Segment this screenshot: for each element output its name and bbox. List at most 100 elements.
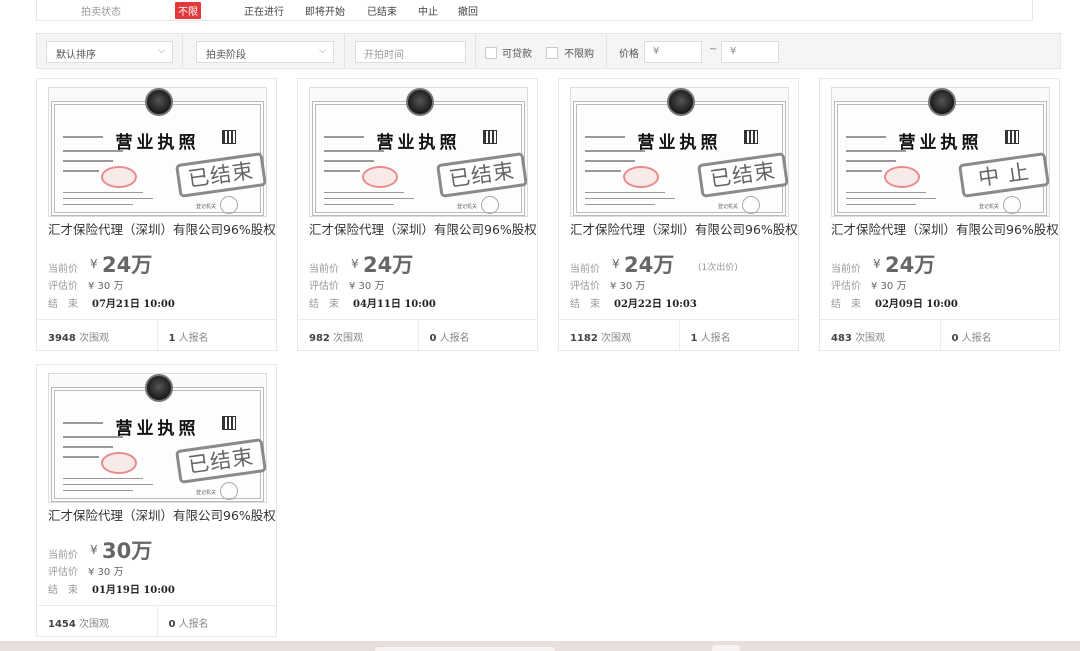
card-footer: 3948 次围观 1 人报名 <box>37 319 276 350</box>
round-seal-icon <box>220 482 238 500</box>
signup-count: 0 人报名 <box>156 606 277 636</box>
business-license-image[interactable]: 营业执照 登记机关 已结束 <box>48 87 267 217</box>
end-time-row: 结 束 01月19日 10:00 <box>48 581 175 596</box>
eval-price-row: 评估价 ¥ 30 万 <box>48 563 123 578</box>
text-line <box>324 192 404 193</box>
red-seal-icon <box>101 166 137 188</box>
text-line <box>63 198 153 199</box>
loan-label: 可贷款 <box>502 49 532 60</box>
views-number: 483 <box>831 333 852 344</box>
signup-count: 1 人报名 <box>678 320 799 350</box>
sort-select-value: 默认排序 <box>56 50 96 61</box>
text-line <box>63 150 123 152</box>
text-line <box>324 136 364 138</box>
qr-code-icon <box>483 130 497 144</box>
stage-select-value: 拍卖阶段 <box>206 50 246 61</box>
auction-title-link[interactable]: 汇才保险代理（深圳）有限公司96%股权 <box>831 219 1059 238</box>
signup-suffix: 人报名 <box>178 619 209 630</box>
current-price-label: 当前价 <box>570 264 600 275</box>
bid-count: (1次出价) <box>698 263 738 273</box>
text-line <box>324 198 414 199</box>
signup-count: 0 人报名 <box>939 320 1060 350</box>
price-range-dash: ~ <box>709 44 718 55</box>
text-line <box>846 204 916 205</box>
text-line <box>63 204 133 205</box>
text-line <box>63 446 113 448</box>
views-suffix: 次围观 <box>601 333 632 344</box>
round-seal-icon <box>1003 196 1021 214</box>
text-line <box>63 484 153 485</box>
text-line <box>846 192 926 193</box>
current-price-value: 24万 <box>363 253 414 277</box>
auction-title-link[interactable]: 汇才保险代理（深圳）有限公司96%股权 <box>48 505 276 524</box>
text-line <box>63 490 133 491</box>
divider <box>475 34 476 68</box>
registration-authority-text: 登记机关 <box>195 490 216 496</box>
text-line <box>585 170 621 172</box>
business-license-image[interactable]: 营业执照 登记机关 已结束 <box>309 87 528 217</box>
signup-number: 0 <box>429 333 437 344</box>
card-footer: 1454 次围观 0 人报名 <box>37 605 276 636</box>
loan-checkbox[interactable] <box>485 47 497 59</box>
views-count: 3948 次围观 <box>37 320 157 350</box>
status-option-withdrawn[interactable]: 撤回 <box>458 3 478 18</box>
status-option-upcoming[interactable]: 即将开始 <box>305 3 345 18</box>
auction-card[interactable]: 营业执照 登记机关 已结束 汇才保险代理（深圳）有限公司96%股权 当前价 ¥ … <box>558 78 799 351</box>
yen-symbol: ¥ <box>351 257 359 271</box>
auction-card[interactable]: 营业执照 登记机关 中 止 汇才保险代理（深圳）有限公司96%股权 当前价 ¥ … <box>819 78 1060 351</box>
auction-card[interactable]: 营业执照 登记机关 已结束 汇才保险代理（深圳）有限公司96%股权 当前价 ¥ … <box>297 78 538 351</box>
text-line <box>63 170 99 172</box>
business-license-image[interactable]: 营业执照 登记机关 已结束 <box>570 87 789 217</box>
sort-select[interactable]: 默认排序 ⌵ <box>46 41 173 63</box>
business-license-image[interactable]: 营业执照 登记机关 中 止 <box>831 87 1050 217</box>
status-option-suspended[interactable]: 中止 <box>418 3 438 18</box>
auction-status-filter: 拍卖状态 不限 正在进行 即将开始 已结束 中止 撤回 <box>36 0 1033 21</box>
views-suffix: 次围观 <box>79 619 110 630</box>
auction-title-link[interactable]: 汇才保险代理（深圳）有限公司96%股权 <box>570 219 798 238</box>
business-license-image[interactable]: 营业执照 登记机关 已结束 <box>48 373 267 503</box>
qr-code-icon <box>222 416 236 430</box>
end-time-row: 结 束 07月21日 10:00 <box>48 295 175 310</box>
text-line <box>63 136 103 138</box>
current-price-value: 24万 <box>624 253 675 277</box>
views-count: 483 次围观 <box>820 320 940 350</box>
current-price-label: 当前价 <box>309 264 339 275</box>
national-emblem-icon <box>145 374 173 402</box>
end-time-row: 结 束 02月09日 10:00 <box>831 295 958 310</box>
price-max-input[interactable]: ¥ <box>721 41 779 63</box>
auction-title-link[interactable]: 汇才保险代理（深圳）有限公司96%股权 <box>309 219 537 238</box>
eval-price-row: 评估价 ¥ 30 万 <box>570 277 645 292</box>
divider <box>344 34 345 68</box>
red-seal-icon <box>884 166 920 188</box>
card-footer: 1182 次围观 1 人报名 <box>559 319 798 350</box>
end-time-value: 07月21日 10:00 <box>92 299 175 310</box>
eval-price-label: 评估价 <box>48 567 78 578</box>
national-emblem-icon <box>145 88 173 116</box>
text-line <box>585 198 675 199</box>
auction-title-link[interactable]: 汇才保险代理（深圳）有限公司96%股权 <box>48 219 276 238</box>
signup-suffix: 人报名 <box>178 333 209 344</box>
card-footer: 483 次围观 0 人报名 <box>820 319 1059 350</box>
stage-select[interactable]: 拍卖阶段 ⌵ <box>196 41 334 63</box>
status-option-all[interactable]: 不限 <box>175 2 201 19</box>
auction-card[interactable]: 营业执照 登记机关 已结束 汇才保险代理（深圳）有限公司96%股权 当前价 ¥ … <box>36 78 277 351</box>
auction-card[interactable]: 营业执照 登记机关 已结束 汇才保险代理（深圳）有限公司96%股权 当前价 ¥ … <box>36 364 277 637</box>
eval-price-value: ¥ 30 万 <box>349 281 385 292</box>
yen-symbol: ¥ <box>612 257 620 271</box>
national-emblem-icon <box>406 88 434 116</box>
end-time-label: 结 束 <box>48 299 78 310</box>
end-time-label: 结 束 <box>309 299 339 310</box>
current-price-label: 当前价 <box>48 264 78 275</box>
eval-price-row: 评估价 ¥ 30 万 <box>48 277 123 292</box>
price-min-input[interactable]: ¥ <box>644 41 702 63</box>
status-option-ongoing[interactable]: 正在进行 <box>244 3 284 18</box>
text-line <box>63 192 143 193</box>
no-limit-checkbox[interactable] <box>546 47 558 59</box>
views-number: 982 <box>309 333 330 344</box>
end-time-row: 结 束 04月11日 10:00 <box>309 295 436 310</box>
status-option-ended[interactable]: 已结束 <box>367 3 397 18</box>
signup-count: 0 人报名 <box>417 320 538 350</box>
round-seal-icon <box>742 196 760 214</box>
text-line <box>846 198 936 199</box>
start-time-input[interactable]: 开拍时间 <box>355 41 466 63</box>
